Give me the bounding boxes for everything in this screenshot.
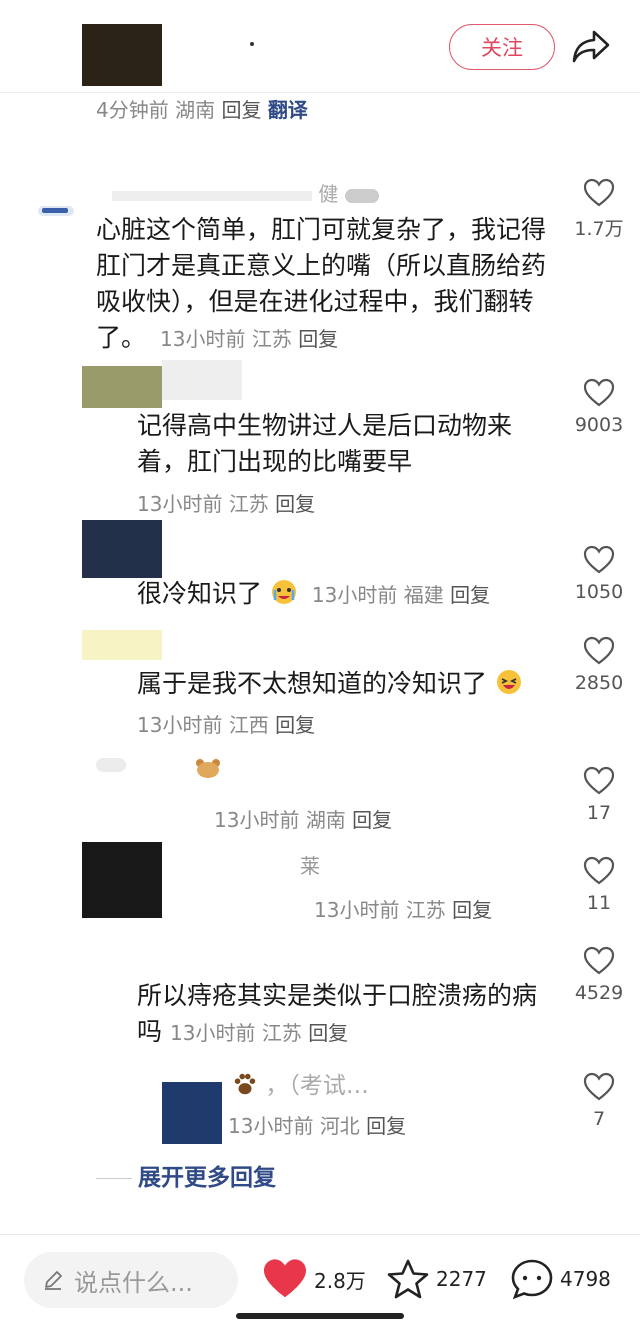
reply-button[interactable]: 回复: [275, 713, 315, 737]
favorite-action[interactable]: 2277: [386, 1258, 487, 1300]
heart-outline-icon: [583, 636, 615, 665]
like-button[interactable]: 11: [569, 856, 629, 914]
cry-laugh-emoji: [271, 580, 296, 604]
expand-more-replies[interactable]: 展开更多回复: [96, 1158, 276, 1192]
edit-icon: [45, 1271, 62, 1290]
reply-button[interactable]: 回复: [450, 583, 490, 607]
comment-text[interactable]: 心脏这个简单，肛门可就复杂了，我记得肛门才是真正意义上的嘴（所以直肠给药吸收快）…: [96, 212, 546, 357]
bottom-divider: [0, 1234, 640, 1235]
like-count: 9003: [574, 414, 624, 436]
like-button[interactable]: 1.7万: [569, 178, 629, 241]
comment-author[interactable]: ，（考试…: [232, 1066, 369, 1100]
avatar[interactable]: [82, 842, 162, 918]
like-total: 2.8万: [314, 1268, 366, 1293]
comment-author[interactable]: 健: [112, 178, 379, 207]
favorite-total: 2277: [436, 1267, 487, 1291]
avatar[interactable]: [36, 200, 76, 222]
share-icon[interactable]: [570, 28, 612, 66]
reply-button[interactable]: 回复: [452, 898, 492, 922]
avatar[interactable]: [82, 630, 162, 660]
bear-emoji: [196, 759, 220, 778]
avatar[interactable]: [162, 1082, 222, 1144]
avatar[interactable]: [82, 366, 162, 408]
comment-meta: 13小时前 湖南 回复: [214, 808, 393, 832]
like-button[interactable]: 17: [569, 766, 629, 824]
meta-location: 湖南: [175, 98, 216, 122]
comment-bubble-icon: [511, 1259, 553, 1300]
reply-button[interactable]: 回复: [352, 808, 392, 832]
avatar[interactable]: [82, 520, 162, 578]
reply-button[interactable]: 回复: [366, 1114, 406, 1138]
reply-button[interactable]: 回复: [275, 492, 315, 516]
comment-text[interactable]: 所以痔疮其实是类似于口腔溃疡的病吗 13小时前 江苏 回复: [137, 978, 557, 1051]
heart-outline-icon: [583, 545, 615, 574]
star-icon: [387, 1259, 429, 1299]
like-button[interactable]: 2850: [569, 636, 629, 694]
reply-button[interactable]: 回复: [298, 327, 338, 351]
heart-outline-icon: [583, 766, 615, 795]
reply-button[interactable]: 回复: [221, 98, 261, 122]
comment-text[interactable]: 很冷知识了 13小时前 福建 回复: [137, 576, 557, 613]
comment-meta: 13小时前 福建 回复: [311, 583, 491, 607]
header-divider: [0, 92, 640, 93]
comment-meta: 13小时前 河北 回复: [228, 1114, 407, 1138]
heart-filled-icon: [264, 1259, 306, 1298]
reply-button[interactable]: 回复: [308, 1021, 348, 1045]
heart-outline-icon: [583, 856, 615, 885]
comment-meta: 13小时前 江西 回复: [137, 713, 316, 737]
like-count: 7: [592, 1108, 606, 1130]
like-button[interactable]: 1050: [569, 545, 629, 603]
home-indicator[interactable]: [236, 1313, 404, 1319]
like-count: 17: [586, 802, 612, 824]
like-count: 4529: [574, 982, 624, 1004]
like-button[interactable]: 7: [569, 1072, 629, 1130]
comment-meta: 13小时前 江苏 回复: [170, 1021, 349, 1045]
comment-meta: 13小时前 江苏 回复: [314, 898, 493, 922]
avatar[interactable]: [96, 758, 126, 772]
heart-outline-icon: [583, 378, 615, 407]
heart-outline-icon: [583, 178, 615, 207]
author-name-fragment: 健: [318, 182, 339, 206]
like-count: 1050: [574, 581, 624, 603]
comment-text[interactable]: 属于是我不太想知道的冷知识了: [137, 666, 577, 702]
meta-time: 4分钟前: [96, 98, 169, 122]
translate-button[interactable]: 翻译: [268, 98, 308, 122]
comment-author[interactable]: 莱: [300, 850, 320, 879]
top-comment-meta: 4分钟前 湖南 回复 翻译: [96, 94, 308, 123]
like-count: 11: [586, 892, 612, 914]
heart-outline-icon: [583, 1072, 615, 1101]
like-count: 1.7万: [574, 218, 624, 240]
like-action[interactable]: 2.8万: [262, 1258, 366, 1300]
comment-input-placeholder: 说点什么...: [74, 1268, 193, 1297]
comment-meta: 13小时前 江苏 回复: [137, 492, 316, 516]
comment-text[interactable]: 记得高中生物讲过人是后口动物来着，肛门出现的比嘴要早: [137, 408, 552, 480]
comment-action[interactable]: 4798: [510, 1258, 611, 1300]
laughing-emoji: [496, 670, 521, 694]
like-button[interactable]: 4529: [569, 946, 629, 1004]
author-avatar[interactable]: [82, 24, 162, 86]
author-name-dot: [250, 42, 254, 46]
comment-input[interactable]: 说点什么...: [24, 1252, 238, 1308]
heart-outline-icon: [583, 946, 615, 975]
like-button[interactable]: 9003: [569, 378, 629, 436]
comment-total: 4798: [560, 1267, 611, 1291]
comment-author[interactable]: [162, 360, 242, 400]
comment-meta: 13小时前 江苏 回复: [160, 327, 339, 351]
like-count: 2850: [574, 672, 624, 694]
follow-button[interactable]: 关注: [449, 24, 555, 70]
paw-emoji: [234, 1073, 256, 1095]
